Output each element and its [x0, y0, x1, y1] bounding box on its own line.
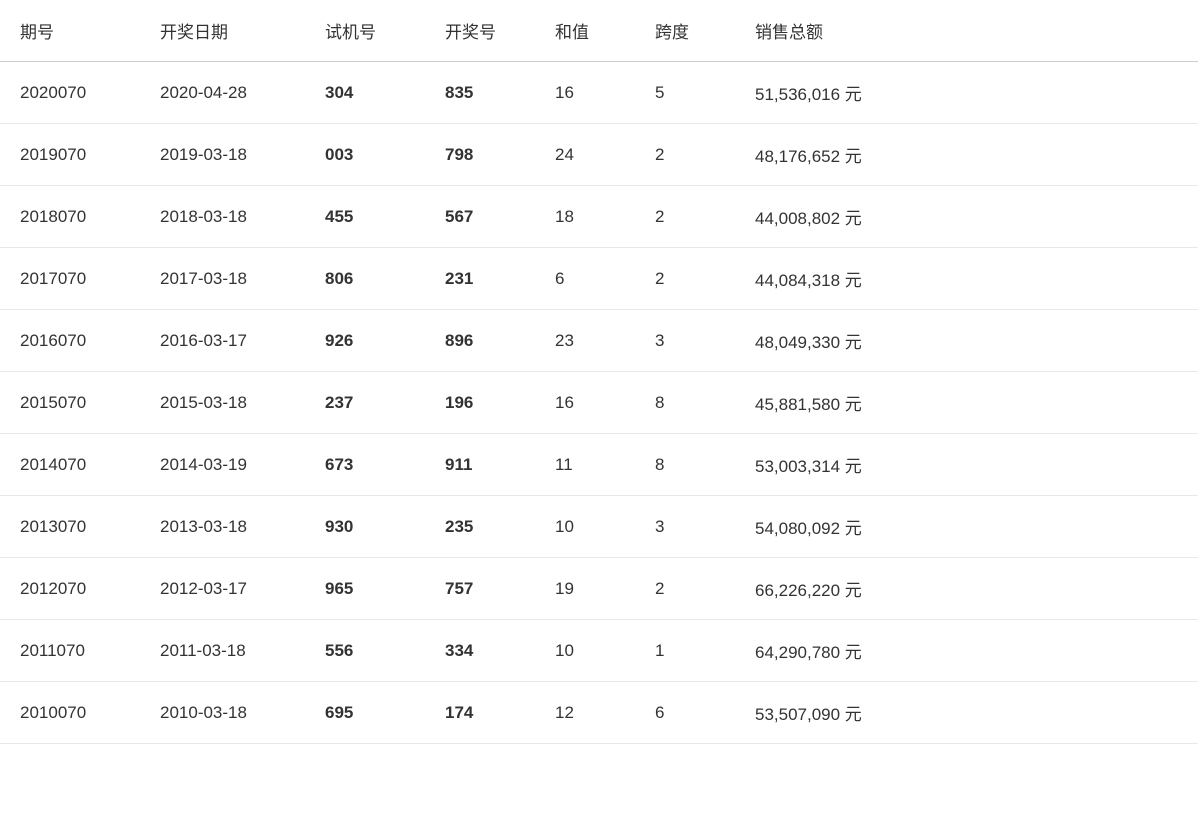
cell-xiaoshou: 54,080,092 元: [735, 496, 1198, 558]
cell-kaijang: 334: [425, 620, 535, 682]
header-qihao: 期号: [0, 0, 140, 62]
cell-shiji: 930: [305, 496, 425, 558]
table-row: 20150702015-03-1823719616845,881,580 元: [0, 372, 1198, 434]
cell-kuadu: 8: [635, 372, 735, 434]
cell-hezhi: 10: [535, 620, 635, 682]
cell-xiaoshou: 44,008,802 元: [735, 186, 1198, 248]
cell-kaijang: 911: [425, 434, 535, 496]
cell-date: 2012-03-17: [140, 558, 305, 620]
cell-kuadu: 5: [635, 62, 735, 124]
cell-shiji: 695: [305, 682, 425, 744]
header-kaijiang-riqi: 开奖日期: [140, 0, 305, 62]
table-row: 20120702012-03-1796575719266,226,220 元: [0, 558, 1198, 620]
cell-kaijang: 835: [425, 62, 535, 124]
cell-date: 2018-03-18: [140, 186, 305, 248]
cell-xiaoshou: 48,176,652 元: [735, 124, 1198, 186]
cell-date: 2013-03-18: [140, 496, 305, 558]
table-row: 20160702016-03-1792689623348,049,330 元: [0, 310, 1198, 372]
cell-kaijang: 567: [425, 186, 535, 248]
cell-xiaoshou: 45,881,580 元: [735, 372, 1198, 434]
cell-qihao: 2012070: [0, 558, 140, 620]
cell-date: 2016-03-17: [140, 310, 305, 372]
cell-kaijang: 798: [425, 124, 535, 186]
cell-xiaoshou: 51,536,016 元: [735, 62, 1198, 124]
cell-hezhi: 23: [535, 310, 635, 372]
cell-shiji: 965: [305, 558, 425, 620]
cell-shiji: 673: [305, 434, 425, 496]
cell-kuadu: 2: [635, 248, 735, 310]
cell-qihao: 2017070: [0, 248, 140, 310]
cell-kaijang: 196: [425, 372, 535, 434]
cell-date: 2019-03-18: [140, 124, 305, 186]
cell-shiji: 304: [305, 62, 425, 124]
cell-qihao: 2013070: [0, 496, 140, 558]
cell-shiji: 556: [305, 620, 425, 682]
header-shiji-hao: 试机号: [305, 0, 425, 62]
cell-date: 2010-03-18: [140, 682, 305, 744]
cell-qihao: 2015070: [0, 372, 140, 434]
cell-shiji: 926: [305, 310, 425, 372]
lottery-table: 期号 开奖日期 试机号 开奖号 和值 跨度 销售总额 20200702020-0…: [0, 0, 1198, 744]
cell-kaijang: 235: [425, 496, 535, 558]
header-kaijianghao: 开奖号: [425, 0, 535, 62]
header-xiaoshou-zonge: 销售总额: [735, 0, 1198, 62]
cell-kuadu: 3: [635, 310, 735, 372]
cell-kuadu: 6: [635, 682, 735, 744]
cell-hezhi: 6: [535, 248, 635, 310]
cell-date: 2017-03-18: [140, 248, 305, 310]
cell-kaijang: 231: [425, 248, 535, 310]
cell-qihao: 2016070: [0, 310, 140, 372]
cell-hezhi: 12: [535, 682, 635, 744]
table-row: 20140702014-03-1967391111853,003,314 元: [0, 434, 1198, 496]
cell-shiji: 806: [305, 248, 425, 310]
cell-hezhi: 11: [535, 434, 635, 496]
cell-xiaoshou: 64,290,780 元: [735, 620, 1198, 682]
cell-hezhi: 24: [535, 124, 635, 186]
cell-kuadu: 1: [635, 620, 735, 682]
cell-hezhi: 18: [535, 186, 635, 248]
cell-kuadu: 8: [635, 434, 735, 496]
cell-qihao: 2020070: [0, 62, 140, 124]
cell-kuadu: 2: [635, 558, 735, 620]
cell-kuadu: 3: [635, 496, 735, 558]
table-row: 20110702011-03-1855633410164,290,780 元: [0, 620, 1198, 682]
cell-shiji: 237: [305, 372, 425, 434]
cell-date: 2020-04-28: [140, 62, 305, 124]
table-row: 20200702020-04-2830483516551,536,016 元: [0, 62, 1198, 124]
header-hezhi: 和值: [535, 0, 635, 62]
cell-xiaoshou: 48,049,330 元: [735, 310, 1198, 372]
cell-kuadu: 2: [635, 124, 735, 186]
cell-hezhi: 10: [535, 496, 635, 558]
main-container: 期号 开奖日期 试机号 开奖号 和值 跨度 销售总额 20200702020-0…: [0, 0, 1198, 826]
table-row: 20130702013-03-1893023510354,080,092 元: [0, 496, 1198, 558]
table-header-row: 期号 开奖日期 试机号 开奖号 和值 跨度 销售总额: [0, 0, 1198, 62]
table-row: 20190702019-03-1800379824248,176,652 元: [0, 124, 1198, 186]
cell-hezhi: 16: [535, 372, 635, 434]
cell-qihao: 2011070: [0, 620, 140, 682]
cell-kuadu: 2: [635, 186, 735, 248]
cell-shiji: 003: [305, 124, 425, 186]
cell-qihao: 2018070: [0, 186, 140, 248]
cell-date: 2015-03-18: [140, 372, 305, 434]
table-row: 20180702018-03-1845556718244,008,802 元: [0, 186, 1198, 248]
header-kuadu: 跨度: [635, 0, 735, 62]
cell-xiaoshou: 53,003,314 元: [735, 434, 1198, 496]
cell-hezhi: 19: [535, 558, 635, 620]
cell-qihao: 2014070: [0, 434, 140, 496]
cell-xiaoshou: 44,084,318 元: [735, 248, 1198, 310]
cell-kaijang: 757: [425, 558, 535, 620]
cell-kaijang: 174: [425, 682, 535, 744]
cell-date: 2011-03-18: [140, 620, 305, 682]
cell-qihao: 2010070: [0, 682, 140, 744]
cell-kaijang: 896: [425, 310, 535, 372]
cell-hezhi: 16: [535, 62, 635, 124]
cell-xiaoshou: 66,226,220 元: [735, 558, 1198, 620]
cell-date: 2014-03-19: [140, 434, 305, 496]
table-row: 20170702017-03-188062316244,084,318 元: [0, 248, 1198, 310]
table-row: 20100702010-03-1869517412653,507,090 元: [0, 682, 1198, 744]
cell-shiji: 455: [305, 186, 425, 248]
cell-xiaoshou: 53,507,090 元: [735, 682, 1198, 744]
cell-qihao: 2019070: [0, 124, 140, 186]
